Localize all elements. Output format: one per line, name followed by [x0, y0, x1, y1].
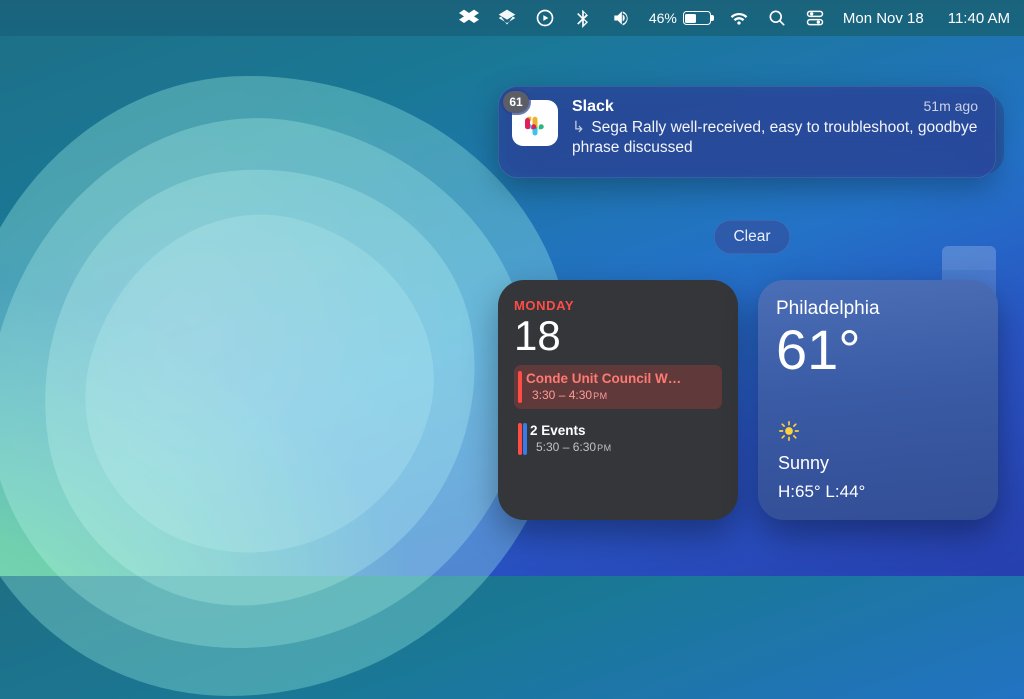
weather-city: Philadelphia — [776, 298, 980, 320]
wifi-icon[interactable] — [729, 8, 749, 28]
battery-percent: 46% — [649, 10, 677, 26]
battery-status[interactable]: 46% — [649, 10, 711, 26]
sun-icon — [778, 420, 800, 442]
notification-app-name: Slack — [572, 98, 614, 116]
calendar-widget[interactable]: MONDAY 18 Conde Unit Council W… 3:30 – 4… — [498, 280, 738, 520]
clear-button[interactable]: Clear — [714, 220, 790, 254]
notification-card[interactable]: 61 Slack 51m ago ↳ Sega Rally well-recei… — [498, 86, 996, 178]
menu-bar: 46% Mon Nov 18 11:40 AM — [0, 0, 1024, 36]
now-playing-icon[interactable] — [535, 8, 555, 28]
event-title: Conde Unit Council W… — [526, 371, 714, 386]
menubar-time[interactable]: 11:40 AM — [948, 10, 1010, 27]
weather-condition: Sunny — [778, 453, 829, 474]
battery-icon — [683, 11, 711, 25]
notification-badge: 61 — [503, 91, 529, 113]
notification-time: 51m ago — [924, 98, 978, 114]
event-time: 5:30 – 6:30PM — [536, 440, 714, 454]
calendar-event[interactable]: 2 Events 5:30 – 6:30PM — [514, 417, 722, 461]
calendar-day: 18 — [514, 315, 722, 357]
slack-app-icon: 61 — [512, 100, 558, 146]
control-center-icon[interactable] — [805, 8, 825, 28]
dropbox-icon[interactable] — [459, 8, 479, 28]
calendar-event[interactable]: Conde Unit Council W… 3:30 – 4:30PM — [514, 365, 722, 409]
weather-widget[interactable]: Philadelphia 61° Sunny H:65° L:44° — [758, 280, 998, 520]
notification-message: ↳ Sega Rally well-received, easy to trou… — [572, 118, 978, 158]
reply-arrow-icon: ↳ — [572, 119, 585, 136]
weather-temp: 61° — [776, 322, 980, 378]
volume-icon[interactable] — [611, 8, 631, 28]
weather-hilo: H:65° L:44° — [778, 482, 865, 502]
spotlight-icon[interactable] — [767, 8, 787, 28]
event-title: 2 Events — [530, 423, 714, 438]
notification-stack[interactable]: 61 Slack 51m ago ↳ Sega Rally well-recei… — [498, 86, 996, 178]
stack-icon[interactable] — [497, 8, 517, 28]
bluetooth-icon[interactable] — [573, 8, 593, 28]
menubar-date[interactable]: Mon Nov 18 — [843, 10, 924, 27]
calendar-weekday: MONDAY — [514, 298, 722, 313]
event-time: 3:30 – 4:30PM — [532, 388, 714, 402]
